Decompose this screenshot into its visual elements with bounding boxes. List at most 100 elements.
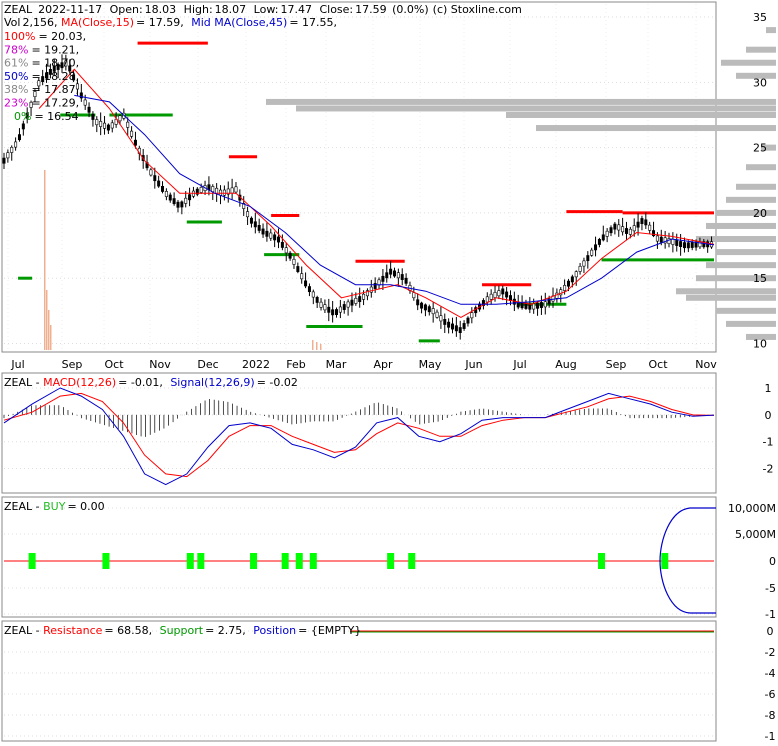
x-tick-label: Nov bbox=[149, 358, 171, 371]
candle-body bbox=[690, 242, 694, 248]
candle-body bbox=[566, 280, 570, 287]
candle-body bbox=[501, 288, 505, 295]
fib-level-label: 61% = 18.70, bbox=[4, 57, 79, 70]
candle-body bbox=[458, 327, 462, 333]
candle-body bbox=[2, 157, 6, 164]
vol-ma-header: Vol 2,156, MA(Close,15) = 17.59, Mid MA(Cl… bbox=[4, 16, 337, 29]
candle-body bbox=[130, 130, 134, 137]
buy-y-tick-label: 0 bbox=[769, 555, 776, 568]
x-tick-label: Aug bbox=[555, 358, 576, 371]
candle-body bbox=[636, 221, 640, 228]
chart-canvas: Jul Sep Oct Nov Dec 2022 Feb Mar Apr May Jun Jul Aug… bbox=[1, 1, 776, 743]
volume-profile-bar bbox=[736, 183, 776, 190]
candle-body bbox=[686, 242, 690, 249]
candle-body bbox=[184, 197, 188, 204]
fib-pct: 100% bbox=[4, 30, 35, 43]
candle-body bbox=[659, 236, 663, 243]
candle-body bbox=[655, 235, 659, 242]
fib-pct: 50% bbox=[4, 70, 28, 83]
candle-body bbox=[87, 106, 91, 113]
x-tick-label: Apr bbox=[373, 358, 393, 371]
candle-body bbox=[640, 218, 644, 224]
fib-value: = 20.03, bbox=[38, 30, 86, 43]
candle-body bbox=[470, 312, 474, 319]
candle-body bbox=[6, 152, 10, 159]
candle-body bbox=[443, 319, 447, 325]
buy-y-tick-label: 5,000M bbox=[735, 528, 776, 541]
candle-body bbox=[605, 230, 609, 237]
candle-body bbox=[628, 228, 632, 235]
candle-body bbox=[497, 290, 501, 297]
candle-body bbox=[188, 194, 192, 201]
fib-value: = 18.70, bbox=[31, 57, 79, 70]
candle-body bbox=[118, 115, 122, 122]
price-y-tick-label: 10 bbox=[753, 337, 767, 350]
candle-body bbox=[311, 291, 315, 298]
volume-profile-bar bbox=[716, 307, 776, 314]
buy-marker bbox=[387, 553, 395, 569]
candle-body bbox=[133, 139, 137, 146]
fib-pct: 61% bbox=[4, 57, 28, 70]
candle-body bbox=[489, 293, 493, 300]
candle-body bbox=[265, 230, 269, 237]
macd-y-tick-label: 1 bbox=[765, 382, 772, 395]
rs-y-tick-label: -2 bbox=[765, 646, 776, 659]
candle-body bbox=[110, 122, 114, 129]
fib-value: = 16.54 bbox=[34, 110, 78, 123]
fib-pct: 23% bbox=[4, 97, 28, 110]
candle-body bbox=[331, 309, 335, 316]
candle-body bbox=[578, 265, 582, 272]
x-tick-label: Oct bbox=[648, 358, 668, 371]
macd-y-tick-label: -2 bbox=[763, 463, 774, 476]
candle-body bbox=[609, 227, 613, 234]
candle-body bbox=[168, 194, 172, 201]
candle-body bbox=[249, 217, 253, 224]
candle-body bbox=[176, 201, 180, 208]
candle-body bbox=[350, 299, 354, 306]
volume-profile-bar bbox=[746, 46, 776, 53]
rs-y-tick-label: -6 bbox=[765, 688, 776, 701]
candle-body bbox=[323, 304, 327, 311]
candle-body bbox=[485, 296, 489, 303]
macd-header: ZEAL - MACD(12,26) = -0.01, Signal(12,26,… bbox=[4, 376, 298, 389]
candle-body bbox=[257, 225, 261, 231]
x-tick-label: Jul bbox=[10, 358, 24, 371]
volume-bar bbox=[316, 342, 318, 350]
candle-body bbox=[400, 274, 404, 280]
candle-body bbox=[338, 306, 342, 313]
candle-body bbox=[439, 315, 443, 322]
candle-body bbox=[563, 285, 567, 291]
buy-header: ZEAL - BUY = 0.00 bbox=[4, 500, 105, 513]
candle-body bbox=[319, 301, 323, 308]
candle-body bbox=[219, 189, 223, 196]
candle-body bbox=[342, 304, 346, 310]
candle-body bbox=[304, 280, 308, 287]
buy-marker bbox=[250, 553, 258, 569]
candle-body bbox=[520, 302, 524, 309]
fib-value: = 19.21, bbox=[31, 43, 79, 56]
candle-body bbox=[307, 286, 311, 293]
candle-body bbox=[389, 268, 393, 275]
volume-profile-bar bbox=[266, 98, 776, 105]
candle-body bbox=[613, 223, 617, 230]
candle-body bbox=[543, 301, 547, 308]
volume-profile-bar bbox=[716, 209, 776, 216]
candle-body bbox=[582, 260, 586, 267]
candle-body bbox=[21, 123, 25, 130]
candle-body bbox=[404, 277, 408, 284]
candle-body bbox=[280, 241, 284, 248]
volume-bar bbox=[50, 325, 52, 350]
candle-body bbox=[597, 239, 601, 245]
candle-body bbox=[335, 309, 339, 315]
fib-levels: 100% = 20.03,78% = 19.21,61% = 18.70,50% = 1… bbox=[4, 30, 86, 123]
candle-body bbox=[315, 296, 319, 303]
buy-y-tick-label: 10,000M bbox=[728, 502, 776, 515]
candle-body bbox=[590, 249, 594, 256]
candle-body bbox=[621, 226, 625, 233]
price-y-tick-label: 35 bbox=[753, 11, 767, 24]
candle-body bbox=[447, 321, 451, 328]
candle-body bbox=[17, 134, 21, 141]
candle-body bbox=[261, 228, 265, 235]
candle-body bbox=[362, 293, 366, 300]
candle-body bbox=[528, 303, 532, 310]
